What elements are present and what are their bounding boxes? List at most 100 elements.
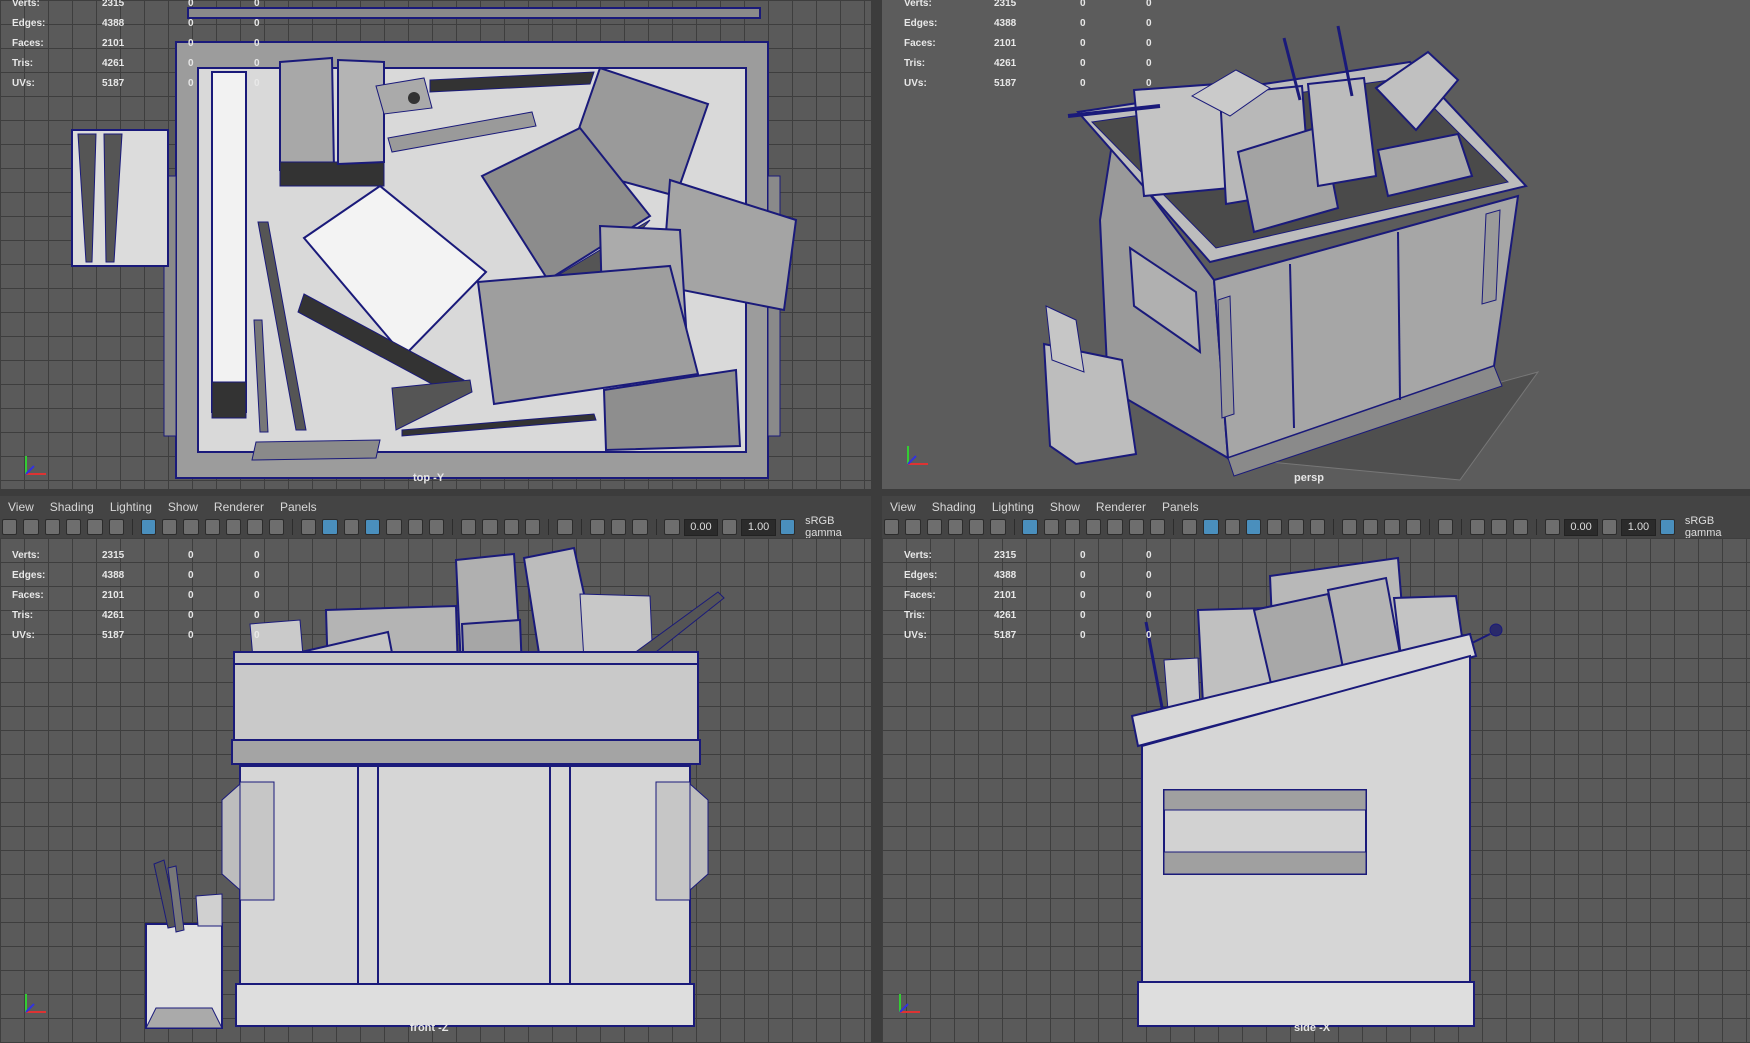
isolate-select-icon[interactable] xyxy=(1437,519,1454,535)
film-gate-icon[interactable] xyxy=(162,519,178,535)
menu-show[interactable]: Show xyxy=(1042,500,1088,514)
motion-blur-icon[interactable] xyxy=(1363,519,1379,535)
camera-select-icon[interactable] xyxy=(884,519,900,535)
color-management-icon[interactable] xyxy=(779,519,796,535)
image-plane-icon[interactable] xyxy=(65,519,82,535)
resolution-gate-icon[interactable] xyxy=(183,519,199,535)
lights-icon[interactable] xyxy=(407,519,423,535)
depth-of-field-icon[interactable] xyxy=(1405,519,1421,535)
shadows-icon[interactable] xyxy=(1309,519,1325,535)
motion-blur-icon[interactable] xyxy=(482,519,498,535)
hud-zero: 0 xyxy=(1080,569,1086,581)
menu-renderer[interactable]: Renderer xyxy=(1088,500,1154,514)
color-space-select[interactable]: sRGB gamma xyxy=(1679,515,1750,539)
wireframe-icon[interactable] xyxy=(1182,519,1198,535)
hud-zero: 0 xyxy=(1146,17,1152,29)
menu-shading[interactable]: Shading xyxy=(924,500,984,514)
hud-zero: 0 xyxy=(188,569,194,581)
hud-zero: 0 xyxy=(254,0,260,9)
hud-zero: 0 xyxy=(1146,0,1152,9)
menu-lighting[interactable]: Lighting xyxy=(102,500,160,514)
menu-view[interactable]: View xyxy=(0,500,42,514)
gate-mask-icon[interactable] xyxy=(1086,519,1102,535)
shadows-icon[interactable] xyxy=(428,519,445,535)
wireframe-on-shaded-icon[interactable] xyxy=(1245,519,1262,535)
exposure-field[interactable]: 0.00 xyxy=(1563,518,1599,536)
exposure-field[interactable]: 0.00 xyxy=(683,518,719,536)
grease-pencil-icon[interactable] xyxy=(990,519,1006,535)
ambient-occlusion-icon[interactable] xyxy=(461,519,477,535)
camera-select-icon[interactable] xyxy=(2,519,18,535)
menu-renderer[interactable]: Renderer xyxy=(206,500,272,514)
2d-pan-zoom-icon[interactable] xyxy=(969,519,985,535)
gamma-field[interactable]: 1.00 xyxy=(1621,518,1656,536)
menu-show[interactable]: Show xyxy=(160,500,206,514)
xray-joints-icon[interactable] xyxy=(1491,519,1507,535)
menu-lighting[interactable]: Lighting xyxy=(984,500,1042,514)
lights-icon[interactable] xyxy=(1288,519,1304,535)
resolution-gate-icon[interactable] xyxy=(1064,519,1081,535)
field-chart-icon[interactable] xyxy=(226,519,242,535)
menu-panels[interactable]: Panels xyxy=(1154,500,1207,514)
viewport-front[interactable]: Verts: 2315 0 0 Edges: 4388 0 0 Faces: 2101 0 0 T… xyxy=(0,538,871,1043)
default-material-icon[interactable] xyxy=(343,519,359,535)
menu-panels[interactable]: Panels xyxy=(272,500,325,514)
gamma-icon[interactable] xyxy=(722,519,738,535)
hud-label: UVs: xyxy=(12,629,35,641)
depth-of-field-icon[interactable] xyxy=(525,519,541,535)
xray-icon[interactable] xyxy=(1470,519,1486,535)
hud-value: 4388 xyxy=(994,569,1017,581)
gamma-field[interactable]: 1.00 xyxy=(741,518,776,536)
exposure-icon[interactable] xyxy=(664,519,680,535)
wireframe-on-shaded-icon[interactable] xyxy=(364,519,381,535)
viewport-top[interactable]: Verts: 2315 0 0 Edges: 4388 0 0 Faces: 2101 0 0 T… xyxy=(0,0,871,489)
grease-pencil-icon[interactable] xyxy=(108,519,124,535)
axis-gizmo-icon xyxy=(25,456,46,475)
isolate-select-icon[interactable] xyxy=(557,519,573,535)
toolbar-divider xyxy=(1332,519,1334,535)
grid-icon[interactable] xyxy=(140,519,157,535)
default-material-icon[interactable] xyxy=(1224,519,1240,535)
backface-culling-icon[interactable] xyxy=(632,519,648,535)
exposure-icon[interactable] xyxy=(1544,519,1560,535)
backface-culling-icon[interactable] xyxy=(1512,519,1528,535)
wireframe-icon[interactable] xyxy=(300,519,317,535)
gamma-icon[interactable] xyxy=(1602,519,1618,535)
2d-pan-zoom-icon[interactable] xyxy=(87,519,103,535)
field-chart-icon[interactable] xyxy=(1107,519,1123,535)
safe-title-icon[interactable] xyxy=(268,519,285,535)
camera-attributes-icon[interactable] xyxy=(905,519,921,535)
hud-label: Faces: xyxy=(904,589,936,601)
anti-aliasing-icon[interactable] xyxy=(503,519,520,535)
safe-action-icon[interactable] xyxy=(1128,519,1144,535)
hud-zero: 0 xyxy=(188,17,194,29)
viewport-persp[interactable]: Verts: 2315 0 0 Edges: 4388 0 0 Faces: 2101 0 0 T… xyxy=(882,0,1750,489)
axis-gizmo-icon xyxy=(25,994,46,1013)
hud-value: 2315 xyxy=(994,0,1017,9)
bookmark-icon[interactable] xyxy=(926,519,942,535)
textured-icon[interactable] xyxy=(1267,519,1283,535)
color-management-icon[interactable] xyxy=(1659,519,1675,535)
bookmark-icon[interactable] xyxy=(44,519,60,535)
film-gate-icon[interactable] xyxy=(1043,519,1059,535)
anti-aliasing-icon[interactable] xyxy=(1384,519,1400,535)
menu-view[interactable]: View xyxy=(882,500,924,514)
ambient-occlusion-icon[interactable] xyxy=(1341,519,1358,535)
viewport-label-top: top -Y xyxy=(413,472,445,484)
camera-attributes-icon[interactable] xyxy=(23,519,39,535)
menu-shading[interactable]: Shading xyxy=(42,500,102,514)
poly-count-hud-side: Verts: 2315 0 0 Edges: 4388 0 0 Faces: 2101 0 0 T… xyxy=(904,545,1152,645)
gate-mask-icon[interactable] xyxy=(204,519,221,535)
color-space-select[interactable]: sRGB gamma xyxy=(799,515,871,539)
xray-joints-icon[interactable] xyxy=(610,519,627,535)
grid-icon[interactable] xyxy=(1022,519,1038,535)
image-plane-icon[interactable] xyxy=(947,519,963,535)
textured-icon[interactable] xyxy=(386,519,402,535)
viewport-side[interactable]: Verts: 2315 0 0 Edges: 4388 0 0 Faces: 2101 0 0 T… xyxy=(882,538,1750,1043)
safe-action-icon[interactable] xyxy=(247,519,263,535)
safe-title-icon[interactable] xyxy=(1149,519,1166,535)
smooth-shade-icon[interactable] xyxy=(322,519,338,535)
xray-icon[interactable] xyxy=(589,519,605,535)
hud-zero: 0 xyxy=(188,0,194,9)
smooth-shade-icon[interactable] xyxy=(1203,519,1219,535)
